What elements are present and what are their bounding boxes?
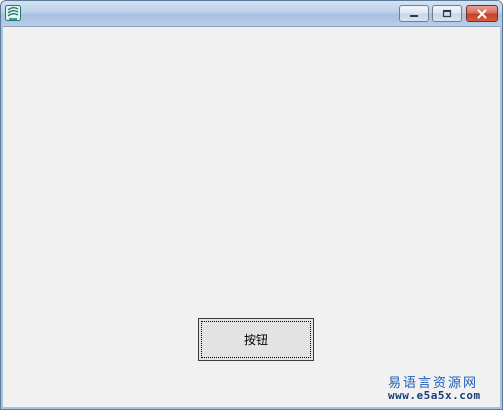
minimize-button[interactable]	[399, 5, 429, 22]
client-area: 按钮	[3, 26, 500, 407]
minimize-icon	[408, 4, 420, 23]
close-button[interactable]	[466, 5, 498, 22]
watermark-url: www.e5a5x.com	[388, 389, 481, 402]
maximize-icon	[441, 4, 453, 23]
maximize-button[interactable]	[432, 5, 462, 22]
app-window: 按钮	[0, 0, 503, 410]
focus-rectangle: 按钮	[201, 321, 311, 358]
push-button-label: 按钮	[243, 333, 268, 347]
push-button[interactable]: 按钮	[198, 318, 314, 361]
close-icon	[476, 4, 488, 23]
title-bar[interactable]	[1, 1, 502, 26]
app-icon[interactable]	[5, 5, 21, 21]
